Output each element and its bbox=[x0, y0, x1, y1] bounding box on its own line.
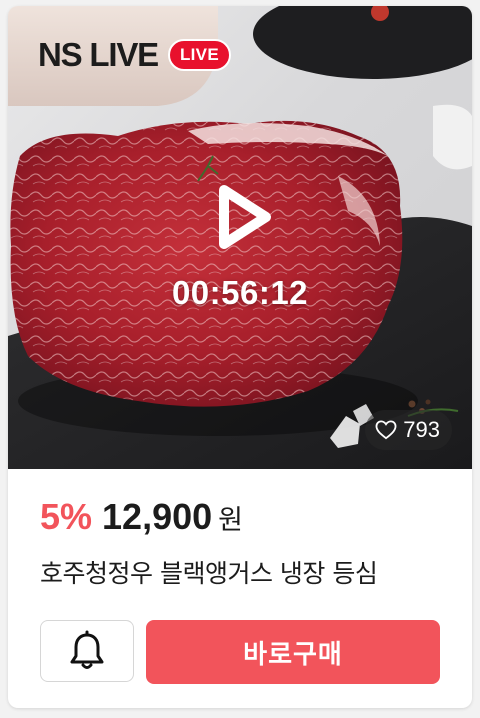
likes-count: 793 bbox=[403, 417, 440, 442]
live-badge: LIVE bbox=[167, 39, 231, 71]
buy-now-button[interactable]: 바로구매 bbox=[146, 620, 440, 684]
heart-outline-icon bbox=[375, 420, 397, 440]
product-card[interactable]: NS LIVE LIVE 00:56:12 793 5% 12,900 원 호주… bbox=[8, 6, 472, 708]
price-value: 12,900 bbox=[102, 496, 213, 537]
bell-icon bbox=[70, 630, 104, 669]
product-title[interactable]: 호주청정우 블랙앵거스 냉장 등심 bbox=[40, 554, 378, 590]
brand-header: NS LIVE LIVE bbox=[38, 36, 231, 74]
live-timer: 00:56:12 bbox=[171, 274, 309, 311]
brand-name: NS LIVE bbox=[38, 36, 159, 73]
likes-badge[interactable]: 793 bbox=[365, 410, 452, 450]
price-row: 5% 12,900 원 bbox=[40, 496, 243, 538]
price-currency: 원 bbox=[218, 505, 243, 536]
play-icon[interactable] bbox=[210, 182, 276, 252]
alarm-button[interactable] bbox=[40, 620, 134, 682]
discount-rate: 5% bbox=[40, 496, 93, 537]
live-video-thumbnail[interactable]: NS LIVE LIVE 00:56:12 793 bbox=[8, 6, 472, 469]
